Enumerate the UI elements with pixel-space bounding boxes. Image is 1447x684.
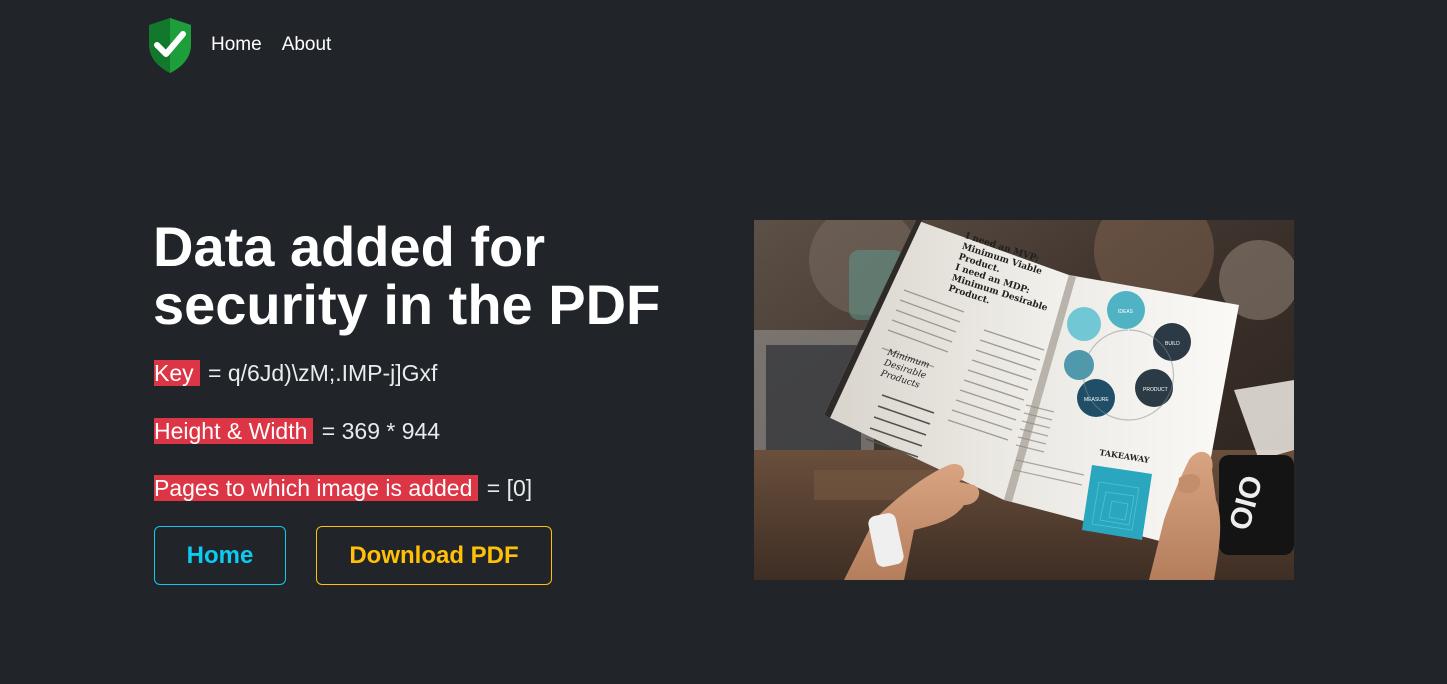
nav-link-about[interactable]: About (282, 34, 332, 56)
page-title: Data added for security in the PDF (153, 215, 661, 336)
page: Home About Data added for security in th… (0, 0, 1447, 684)
nav-link-home[interactable]: Home (211, 34, 262, 56)
height-width-label: Height & Width (154, 418, 314, 444)
navbar: Home About (147, 16, 331, 74)
svg-text:BUILD: BUILD (1165, 341, 1180, 347)
key-label: Key (154, 360, 200, 386)
pages-label: Pages to which image is added (154, 475, 479, 501)
height-width-value: = 369 * 944 (321, 418, 441, 444)
shield-check-icon[interactable] (147, 16, 193, 74)
key-value: = q/6Jd)\zM;.IMP-j]Gxf (208, 360, 438, 386)
hero-image: OIO I need an MVP: Minimum Viable Produc… (754, 220, 1294, 580)
pages-line: Pages to which image is added = [0] (154, 472, 532, 504)
svg-text:IDEAS: IDEAS (1118, 309, 1134, 315)
magazine-photo-icon: OIO I need an MVP: Minimum Viable Produc… (754, 220, 1294, 580)
pages-value: = [0] (486, 475, 533, 501)
download-pdf-button[interactable]: Download PDF (316, 526, 552, 585)
svg-text:MEASURE: MEASURE (1084, 397, 1109, 403)
key-line: Key = q/6Jd)\zM;.IMP-j]Gxf (154, 357, 437, 389)
home-button[interactable]: Home (154, 526, 286, 585)
height-width-line: Height & Width = 369 * 944 (154, 415, 440, 447)
svg-text:PRODUCT: PRODUCT (1143, 387, 1168, 393)
